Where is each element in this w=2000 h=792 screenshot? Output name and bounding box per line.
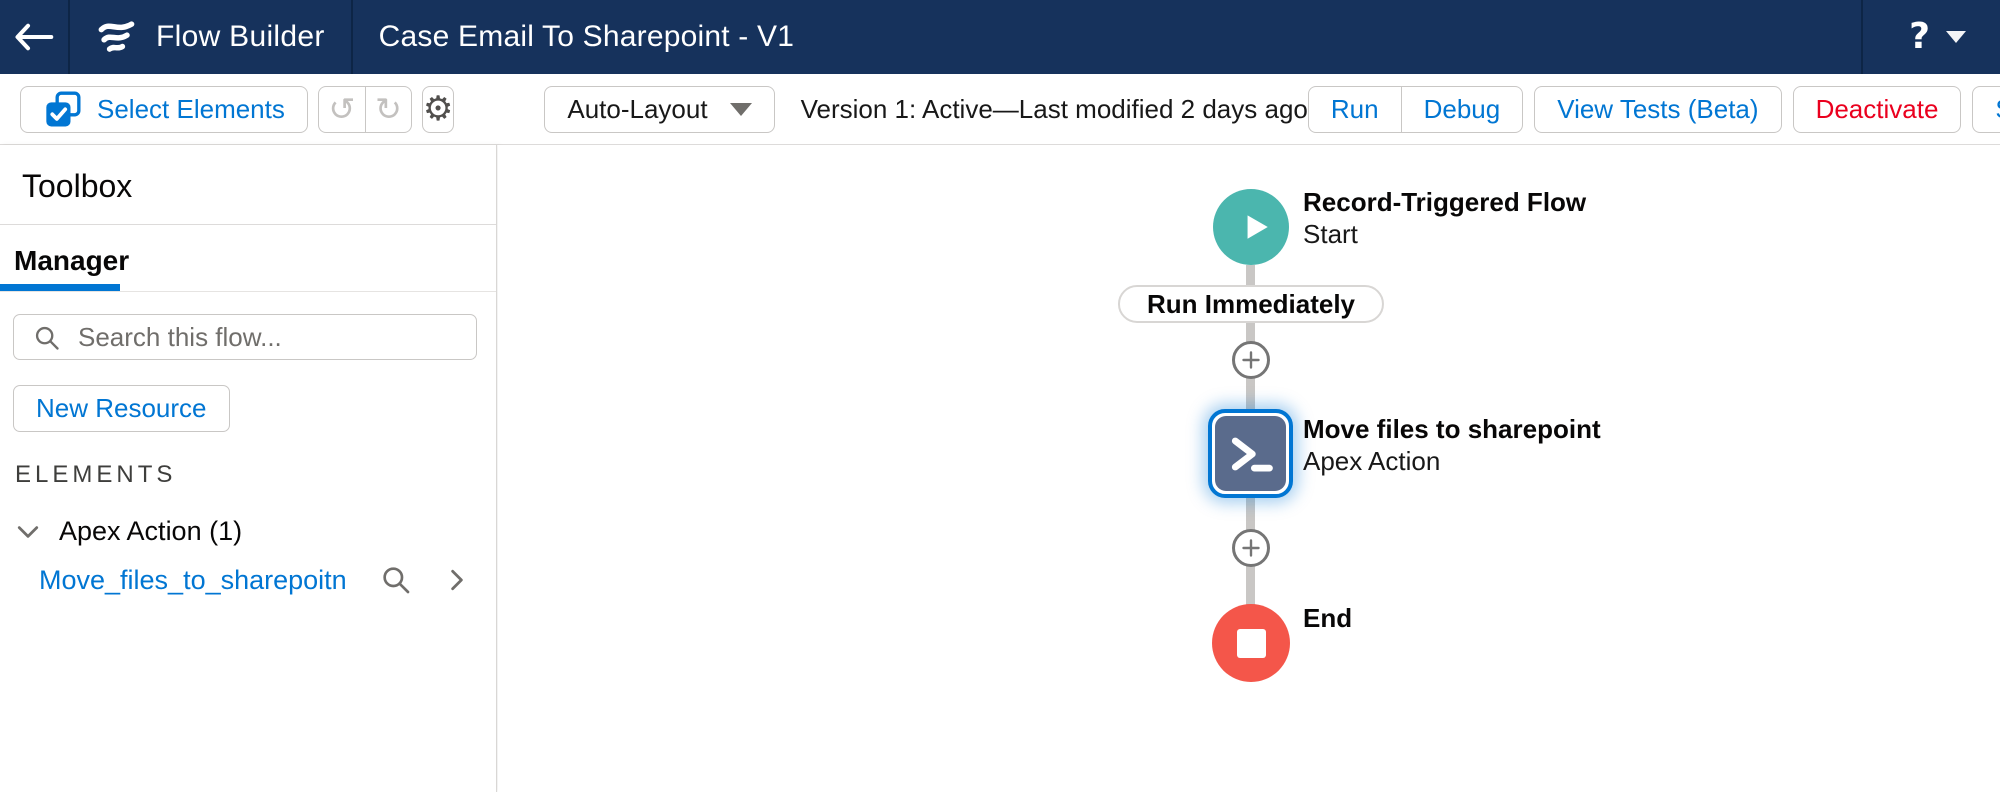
end-node-title: End xyxy=(1303,602,1352,634)
version-status: Version 1: Active—Last modified 2 days a… xyxy=(801,94,1308,125)
flow-title: Case Email To Sharepoint - V1 xyxy=(353,20,794,54)
play-icon xyxy=(1238,210,1272,244)
undo-icon: ↺ xyxy=(328,93,355,125)
elements-heading: ELEMENTS xyxy=(15,461,476,489)
help-icon: ? xyxy=(1909,19,1930,55)
toolbox-title: Toolbox xyxy=(0,145,496,224)
apex-node-title: Move files to sharepoint xyxy=(1303,413,1601,445)
redo-button[interactable]: ↻ xyxy=(365,86,412,133)
undo-button[interactable]: ↺ xyxy=(318,86,365,133)
select-elements-button[interactable]: Select Elements xyxy=(20,86,308,133)
debug-button[interactable]: Debug xyxy=(1401,86,1524,133)
help-menu-button[interactable]: ? xyxy=(1861,0,2000,74)
tab-manager[interactable]: Manager xyxy=(14,245,129,277)
chevron-right-icon[interactable] xyxy=(442,565,472,595)
end-node[interactable] xyxy=(1212,604,1290,682)
plus-icon xyxy=(1239,348,1263,372)
flow-title-section: Case Email To Sharepoint - V1 xyxy=(353,0,794,74)
apex-action-item-link[interactable]: Move_files_to_sharepoitn xyxy=(39,565,347,596)
chevron-down-icon xyxy=(730,103,752,116)
deactivate-button[interactable]: Deactivate xyxy=(1793,86,1962,133)
run-button[interactable]: Run xyxy=(1308,86,1401,133)
gear-icon: ⚙ xyxy=(423,92,453,126)
add-element-button-2[interactable] xyxy=(1232,529,1270,567)
item-actions xyxy=(380,564,472,596)
search-icon xyxy=(33,324,61,352)
stop-icon xyxy=(1237,629,1266,658)
view-tests-button[interactable]: View Tests (Beta) xyxy=(1534,86,1781,133)
search-input[interactable] xyxy=(13,314,477,360)
list-item: Move_files_to_sharepoitn xyxy=(13,564,476,596)
run-immediately-badge[interactable]: Run Immediately xyxy=(1118,285,1384,323)
app-name: Flow Builder xyxy=(156,20,325,54)
chevron-down-icon xyxy=(13,517,43,547)
start-node-title: Record-Triggered Flow xyxy=(1303,186,1586,218)
save-as-button[interactable]: Save As xyxy=(1972,86,2000,133)
flow-toolbar: Select Elements ↺ ↻ ⚙ Auto-Layout Versio… xyxy=(0,74,2000,145)
add-element-button-1[interactable] xyxy=(1232,341,1270,379)
run-debug-group: Run Debug xyxy=(1308,86,1523,133)
apex-node-body xyxy=(1215,416,1286,491)
undo-redo-group: ↺ ↻ xyxy=(318,86,412,133)
flow-logo-icon xyxy=(94,15,138,59)
find-usages-icon[interactable] xyxy=(380,564,412,596)
active-tab-indicator xyxy=(0,284,120,291)
toolbox-tabs: Manager xyxy=(0,225,496,292)
app-header: Flow Builder Case Email To Sharepoint - … xyxy=(0,0,2000,74)
apex-action-group-toggle[interactable]: Apex Action (1) xyxy=(13,516,476,547)
apex-node-label: Move files to sharepoint Apex Action xyxy=(1303,413,1601,477)
start-node-label: Record-Triggered Flow Start xyxy=(1303,186,1586,250)
layout-mode-dropdown[interactable]: Auto-Layout xyxy=(544,86,774,133)
toolbox-body: New Resource ELEMENTS Apex Action (1) Mo… xyxy=(0,292,496,596)
flow-builder-app: Flow Builder Case Email To Sharepoint - … xyxy=(0,0,2000,792)
start-node-subtitle: Start xyxy=(1303,218,1586,250)
flow-settings-button[interactable]: ⚙ xyxy=(422,86,454,133)
flow-search xyxy=(13,314,477,360)
terminal-icon xyxy=(1224,427,1278,481)
back-button[interactable] xyxy=(0,0,70,74)
start-node[interactable] xyxy=(1213,189,1289,265)
end-node-label: End xyxy=(1303,602,1352,634)
arrow-left-icon xyxy=(13,21,55,53)
apex-action-node[interactable] xyxy=(1208,409,1293,498)
redo-icon: ↻ xyxy=(375,93,402,125)
select-elements-icon xyxy=(43,89,83,129)
apex-action-group-label: Apex Action (1) xyxy=(59,516,242,547)
header-spacer xyxy=(794,0,1861,74)
flow-canvas: Record-Triggered Flow Start Run Immediat… xyxy=(498,145,2000,792)
app-brand: Flow Builder xyxy=(70,0,353,74)
toolbox-panel: Toolbox Manager New Resource ELEMENTS Ap… xyxy=(0,145,497,792)
select-elements-label: Select Elements xyxy=(97,94,285,125)
toolbar-actions: Run Debug View Tests (Beta) Deactivate S… xyxy=(1308,86,2000,133)
chevron-down-icon xyxy=(1946,31,1966,43)
new-resource-button[interactable]: New Resource xyxy=(13,385,230,432)
plus-icon xyxy=(1239,536,1263,560)
apex-node-subtitle: Apex Action xyxy=(1303,445,1601,477)
layout-mode-label: Auto-Layout xyxy=(567,94,707,125)
